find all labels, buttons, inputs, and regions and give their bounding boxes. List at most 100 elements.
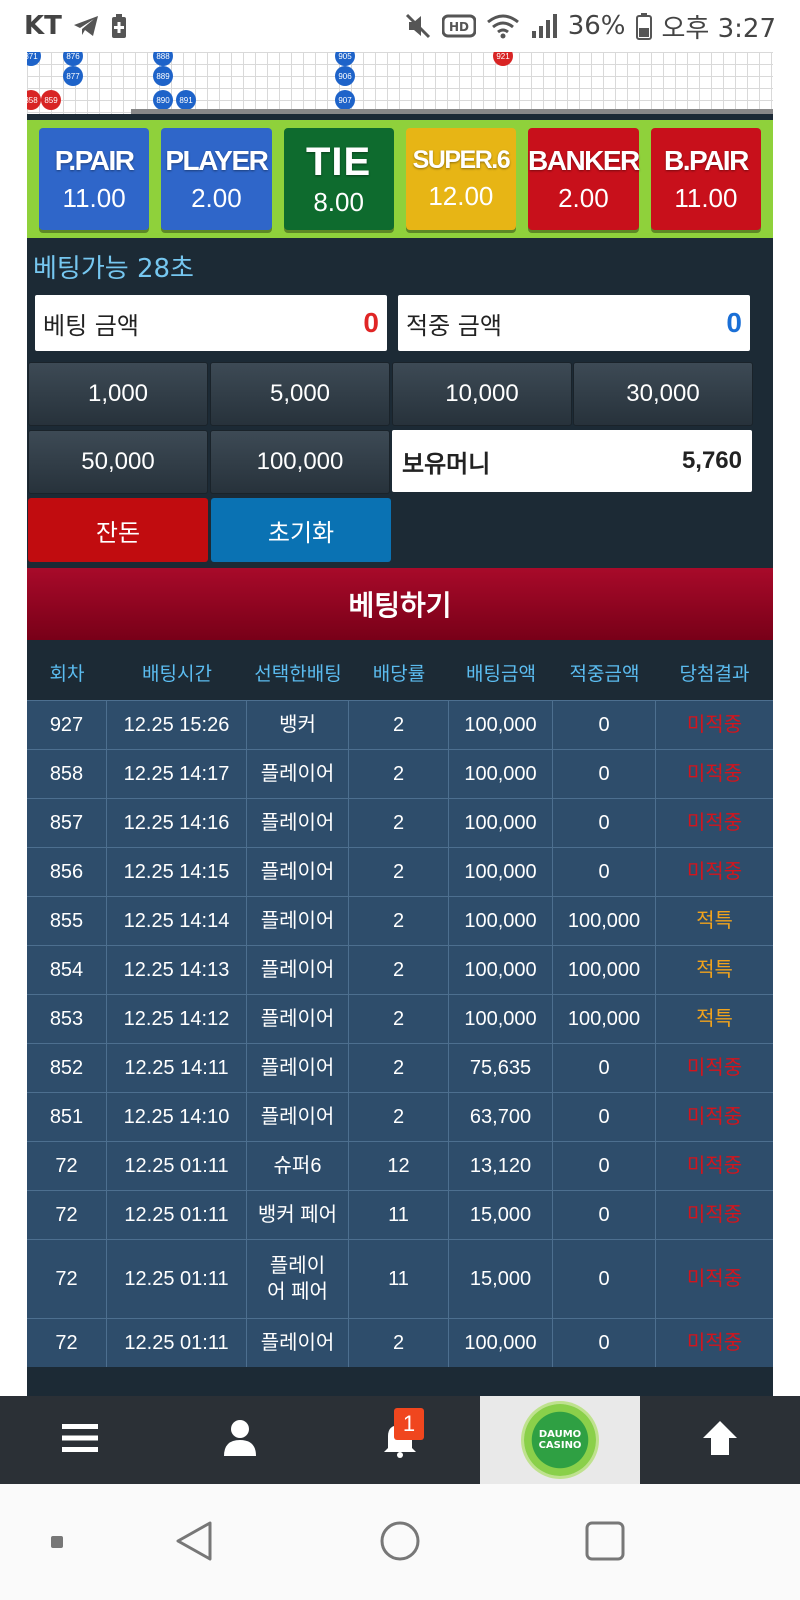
bet-odds: 2.00 bbox=[191, 182, 242, 213]
road-map-scrollbar[interactable] bbox=[131, 109, 773, 114]
table-cell: 853 bbox=[27, 995, 107, 1043]
table-row: 852 12.25 14:11 플레이어 2 75,635 0 미적중 bbox=[27, 1043, 773, 1092]
home-icon[interactable] bbox=[379, 1520, 421, 1566]
chip-100000-button[interactable]: 100,000 bbox=[210, 430, 390, 494]
table-cell: 12.25 01:11 bbox=[107, 1191, 247, 1239]
menu-button[interactable] bbox=[0, 1396, 160, 1484]
column-header: 회차 bbox=[49, 662, 85, 685]
road-dot: 889 bbox=[153, 66, 173, 86]
hamburger-icon bbox=[60, 1421, 100, 1459]
table-cell: 852 bbox=[27, 1044, 107, 1092]
reset-button[interactable]: 초기화 bbox=[211, 498, 391, 562]
recent-apps-icon[interactable] bbox=[584, 1520, 626, 1566]
table-cell: 0 bbox=[553, 701, 656, 749]
bet-odds: 8.00 bbox=[313, 187, 364, 217]
chip-5000-button[interactable]: 5,000 bbox=[210, 362, 390, 426]
table-cell: 미적중 bbox=[686, 861, 743, 883]
win-amount-label: 적중 금액 bbox=[406, 311, 502, 340]
road-dot: 888 bbox=[153, 52, 173, 66]
super6-bet-button[interactable]: SUPER.6 12.00 bbox=[405, 128, 516, 230]
column-header: 배팅금액 bbox=[466, 662, 536, 685]
table-cell: 0 bbox=[553, 799, 656, 847]
table-cell: 72 bbox=[27, 1142, 107, 1190]
table-cell: 0 bbox=[553, 1240, 656, 1318]
notifications-button[interactable]: 1 bbox=[320, 1396, 480, 1484]
road-dot: 921 bbox=[493, 52, 513, 66]
battery-icon bbox=[635, 12, 652, 40]
profile-button[interactable] bbox=[160, 1396, 320, 1484]
table-cell: 100,000 bbox=[449, 1319, 553, 1367]
notification-badge: 1 bbox=[394, 1408, 424, 1440]
banker-pair-bet-button[interactable]: B.PAIR 11.00 bbox=[650, 128, 762, 230]
bet-odds: 12.00 bbox=[428, 181, 494, 211]
table-cell: 854 bbox=[27, 946, 107, 994]
scroll-top-button[interactable] bbox=[640, 1396, 800, 1484]
table-cell: 2 bbox=[349, 946, 449, 994]
table-cell: 플레이어 bbox=[247, 799, 349, 847]
tie-bet-button[interactable]: TIE 8.00 bbox=[283, 128, 394, 230]
table-cell: 75,635 bbox=[449, 1044, 553, 1092]
table-cell: 12.25 15:26 bbox=[107, 701, 247, 749]
table-cell: 플레이어 bbox=[247, 848, 349, 896]
table-row: 856 12.25 14:15 플레이어 2 100,000 0 미적중 bbox=[27, 847, 773, 896]
table-cell: 100,000 bbox=[449, 848, 553, 896]
table-cell: 0 bbox=[553, 848, 656, 896]
table-cell: 뱅커 bbox=[247, 701, 349, 749]
chip-30000-button[interactable]: 30,000 bbox=[573, 362, 753, 426]
table-row: 853 12.25 14:12 플레이어 2 100,000 100,000 적특 bbox=[27, 994, 773, 1043]
table-cell: 플레이어 bbox=[247, 1093, 349, 1141]
table-cell: 857 bbox=[27, 799, 107, 847]
table-cell: 12.25 14:12 bbox=[107, 995, 247, 1043]
table-header: 회차 배팅시간 선택한배팅 배당률 배팅금액 적중금액 당첨결과 bbox=[27, 644, 773, 700]
table-cell: 100,000 bbox=[553, 995, 656, 1043]
table-cell: 미적중 bbox=[686, 1268, 743, 1290]
road-dot: 907 bbox=[335, 90, 355, 110]
table-cell: 927 bbox=[27, 701, 107, 749]
table-cell: 858 bbox=[27, 750, 107, 798]
table-cell: 플레이어 페어 bbox=[247, 1240, 349, 1318]
chip-1000-button[interactable]: 1,000 bbox=[28, 362, 208, 426]
chip-50000-button[interactable]: 50,000 bbox=[28, 430, 208, 494]
balance-label: 보유머니 bbox=[402, 449, 491, 478]
back-icon[interactable] bbox=[174, 1520, 214, 1566]
table-cell: 2 bbox=[349, 897, 449, 945]
table-cell: 100,000 bbox=[449, 799, 553, 847]
table-cell: 플레이어 bbox=[247, 1319, 349, 1367]
table-cell: 100,000 bbox=[553, 897, 656, 945]
road-dot: 876 bbox=[63, 52, 83, 66]
road-dot: 877 bbox=[63, 66, 83, 86]
telegram-icon bbox=[72, 14, 100, 38]
table-cell: 12.25 14:15 bbox=[107, 848, 247, 896]
table-cell: 0 bbox=[553, 1191, 656, 1239]
bet-odds: 11.00 bbox=[674, 182, 738, 213]
table-cell: 2 bbox=[349, 995, 449, 1043]
table-row: 854 12.25 14:13 플레이어 2 100,000 100,000 적특 bbox=[27, 945, 773, 994]
table-cell: 미적중 bbox=[686, 1332, 743, 1354]
table-row: 72 12.25 01:11 플레이어 2 100,000 0 미적중 bbox=[27, 1318, 773, 1367]
player-bet-button[interactable]: PLAYER 2.00 bbox=[161, 128, 272, 230]
table-cell: 13,120 bbox=[449, 1142, 553, 1190]
signal-icon bbox=[530, 13, 558, 39]
table-cell: 12.25 14:13 bbox=[107, 946, 247, 994]
chip-10000-button[interactable]: 10,000 bbox=[392, 362, 572, 426]
table-cell: 851 bbox=[27, 1093, 107, 1141]
table-cell: 0 bbox=[553, 1044, 656, 1092]
table-cell: 100,000 bbox=[449, 897, 553, 945]
banker-bet-button[interactable]: BANKER 2.00 bbox=[528, 128, 640, 230]
table-cell: 2 bbox=[349, 1044, 449, 1092]
column-header: 적중금액 bbox=[569, 662, 640, 685]
road-map[interactable]: 871 876 877 858 859 888 889 890 891 905 … bbox=[27, 52, 773, 114]
place-bet-button[interactable]: 베팅하기 bbox=[27, 568, 773, 640]
table-cell: 11 bbox=[349, 1191, 449, 1239]
table-cell: 856 bbox=[27, 848, 107, 896]
home-logo-button[interactable]: DAUMO CASINO bbox=[480, 1396, 640, 1484]
change-button[interactable]: 잔돈 bbox=[28, 498, 208, 562]
table-cell: 플레이어 bbox=[247, 897, 349, 945]
table-row: 851 12.25 14:10 플레이어 2 63,700 0 미적중 bbox=[27, 1092, 773, 1141]
table-cell: 12.25 01:11 bbox=[107, 1319, 247, 1367]
bet-amount-value: 0 bbox=[363, 307, 379, 338]
player-pair-bet-button[interactable]: P.PAIR 11.00 bbox=[39, 128, 150, 230]
table-cell: 100,000 bbox=[449, 995, 553, 1043]
balance-display: 보유머니 5,760 bbox=[392, 430, 752, 492]
table-row: 927 12.25 15:26 뱅커 2 100,000 0 미적중 bbox=[27, 700, 773, 749]
